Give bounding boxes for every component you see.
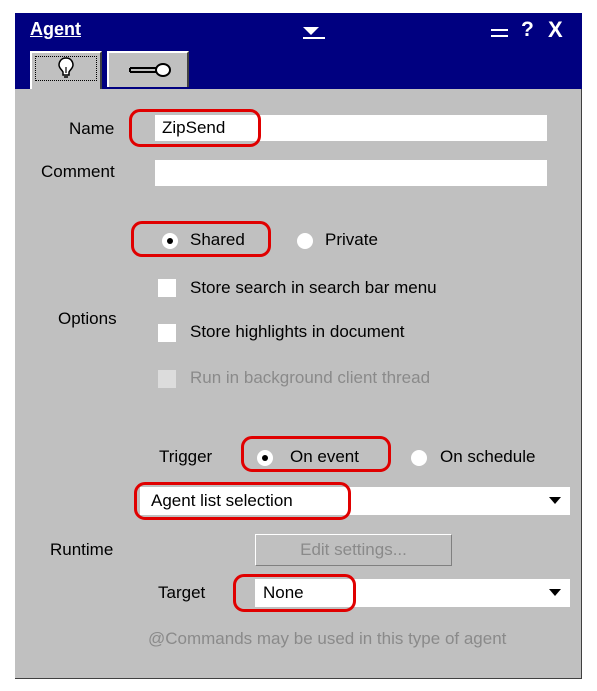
store-search-label[interactable]: Store search in search bar menu	[190, 278, 437, 298]
tab-basics[interactable]	[30, 51, 102, 89]
window-title: Agent	[30, 19, 81, 39]
highlight-name	[129, 109, 261, 147]
options-label: Options	[58, 309, 117, 328]
on-schedule-radio[interactable]	[411, 450, 427, 466]
private-label[interactable]: Private	[325, 230, 378, 250]
agent-properties-window: Agent ? X Name ZipSend Comment Shared Pr…	[0, 0, 597, 691]
store-search-checkbox[interactable]	[158, 279, 176, 297]
edit-settings-button: Edit settings...	[255, 534, 452, 566]
close-button[interactable]: X	[548, 17, 563, 43]
title-bar[interactable]: Agent ? X	[15, 13, 582, 47]
run-background-checkbox	[158, 370, 176, 388]
highlight-event-select	[134, 482, 351, 520]
target-label: Target	[158, 583, 206, 602]
basics-panel: Name ZipSend Comment Shared Private Opti…	[15, 89, 582, 679]
help-button[interactable]: ?	[521, 18, 534, 42]
highlight-on-event	[241, 436, 391, 472]
highlight-target	[233, 574, 356, 612]
store-highlights-label[interactable]: Store highlights in document	[190, 322, 405, 342]
store-highlights-checkbox[interactable]	[158, 324, 176, 342]
minimize-icon[interactable]	[491, 29, 508, 37]
trigger-label: Trigger	[159, 447, 213, 466]
name-label: Name	[69, 119, 115, 138]
private-radio[interactable]	[297, 233, 313, 249]
commands-note: @Commands may be used in this type of ag…	[148, 629, 507, 648]
chevron-down-icon[interactable]	[549, 589, 561, 596]
key-icon	[129, 63, 171, 77]
run-background-label: Run in background client thread	[190, 368, 431, 387]
highlight-shared	[131, 221, 271, 257]
comment-field[interactable]	[155, 160, 547, 186]
tab-strip	[15, 47, 582, 89]
runtime-label: Runtime	[50, 540, 114, 559]
on-schedule-label[interactable]: On schedule	[440, 447, 535, 467]
chevron-down-icon[interactable]	[549, 497, 561, 504]
comment-label: Comment	[41, 162, 115, 181]
lightbulb-icon	[58, 57, 74, 78]
edit-settings-label: Edit settings...	[300, 540, 407, 559]
tab-security[interactable]	[107, 51, 189, 87]
